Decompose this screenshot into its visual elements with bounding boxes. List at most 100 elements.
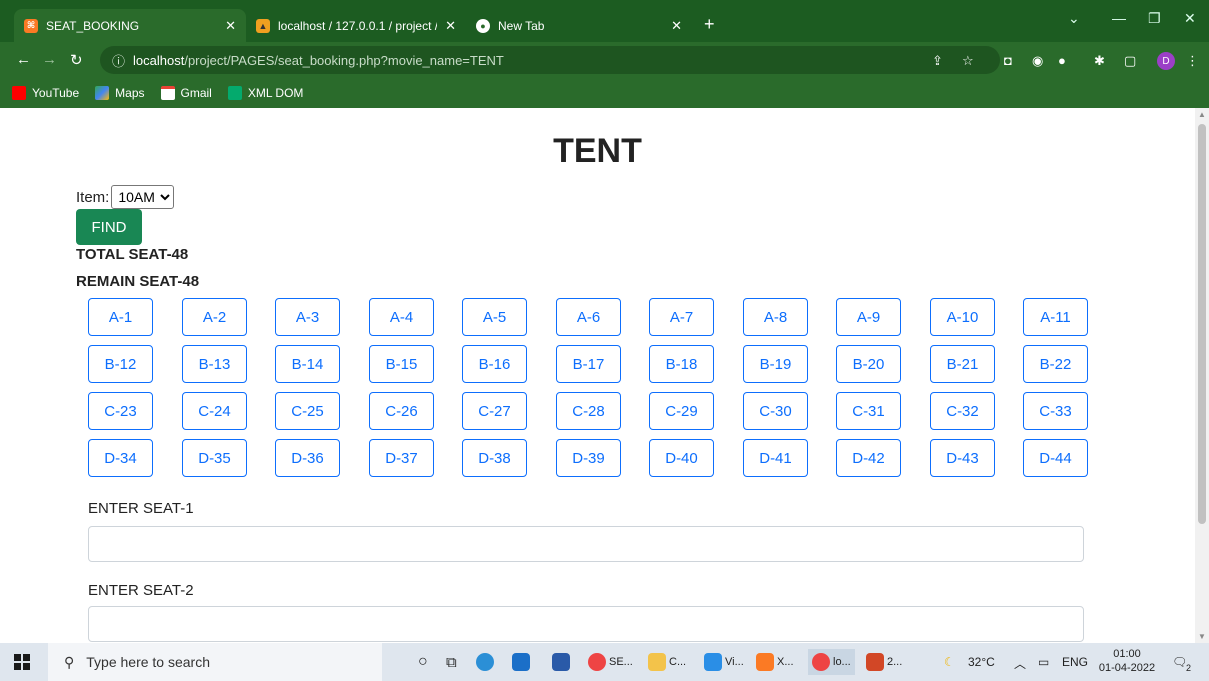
store-icon[interactable] <box>552 649 573 675</box>
mail-icon[interactable] <box>512 649 533 675</box>
cortana-icon[interactable]: ○ <box>418 649 428 675</box>
seat-button[interactable]: B-14 <box>275 345 340 383</box>
seat-button[interactable]: D-36 <box>275 439 340 477</box>
seat-button[interactable]: D-34 <box>88 439 153 477</box>
seat-button[interactable]: A-10 <box>930 298 995 336</box>
seat-button[interactable]: D-41 <box>743 439 808 477</box>
enter-seat-2-input[interactable] <box>88 606 1084 642</box>
extension-circle-icon[interactable]: ◉ <box>1032 53 1043 69</box>
task-view-icon[interactable]: ⧉ <box>446 649 457 675</box>
seat-button[interactable]: B-21 <box>930 345 995 383</box>
scroll-up-arrow-icon[interactable]: ▲ <box>1198 110 1206 119</box>
seat-button[interactable]: A-7 <box>649 298 714 336</box>
seat-button[interactable]: C-31 <box>836 392 901 430</box>
bookmark-maps[interactable]: Maps <box>95 86 145 100</box>
weather-icon[interactable]: ☾ <box>944 655 955 669</box>
seat-button[interactable]: A-5 <box>462 298 527 336</box>
seat-button[interactable]: B-12 <box>88 345 153 383</box>
pocket-icon[interactable]: ◘ <box>1004 53 1012 68</box>
tab-phpmyadmin[interactable]: ▲ localhost / 127.0.0.1 / project / re ✕ <box>246 9 466 42</box>
new-tab-plus-icon[interactable]: + <box>704 14 715 35</box>
seat-button[interactable]: C-30 <box>743 392 808 430</box>
forward-icon[interactable]: → <box>42 51 57 68</box>
close-window-icon[interactable]: ✕ <box>1184 10 1196 27</box>
showtime-select[interactable]: 10AM <box>111 185 175 209</box>
seat-button[interactable]: D-40 <box>649 439 714 477</box>
taskbar-app-vscode[interactable]: Vi... <box>704 649 744 675</box>
seat-button[interactable]: B-13 <box>182 345 247 383</box>
language-indicator[interactable]: ENG <box>1062 655 1088 669</box>
scroll-down-arrow-icon[interactable]: ▼ <box>1198 632 1206 641</box>
minimize-icon[interactable]: — <box>1112 10 1126 26</box>
seat-button[interactable]: B-17 <box>556 345 621 383</box>
seat-button[interactable]: A-3 <box>275 298 340 336</box>
seat-button[interactable]: A-9 <box>836 298 901 336</box>
taskbar-app-powerpoint[interactable]: 2... <box>866 649 902 675</box>
seat-button[interactable]: B-22 <box>1023 345 1088 383</box>
seat-button[interactable]: D-43 <box>930 439 995 477</box>
seat-button[interactable]: A-4 <box>369 298 434 336</box>
tab-close-icon[interactable]: ✕ <box>445 18 456 34</box>
seat-button[interactable]: C-24 <box>182 392 247 430</box>
seat-button[interactable]: B-15 <box>369 345 434 383</box>
tab-close-icon[interactable]: ✕ <box>225 18 236 34</box>
notification-icon[interactable]: 🗨 <box>1172 655 1187 669</box>
seat-button[interactable]: C-29 <box>649 392 714 430</box>
scrollbar-thumb[interactable] <box>1198 124 1206 524</box>
tab-search-chevron-icon[interactable]: ⌄ <box>1068 10 1080 27</box>
seat-button[interactable]: D-44 <box>1023 439 1088 477</box>
seat-button[interactable]: D-38 <box>462 439 527 477</box>
seat-button[interactable]: A-2 <box>182 298 247 336</box>
extensions-puzzle-icon[interactable]: ✱ <box>1094 53 1105 69</box>
seat-button[interactable]: C-27 <box>462 392 527 430</box>
seat-button[interactable]: D-42 <box>836 439 901 477</box>
taskbar-app-chrome-2[interactable]: lo... <box>808 649 855 675</box>
windows-start-icon[interactable] <box>14 654 30 670</box>
tray-chevron-icon[interactable]: ︿ <box>1014 655 1026 672</box>
reload-icon[interactable]: ↻ <box>70 51 83 69</box>
info-icon[interactable]: ⓘ <box>112 51 125 70</box>
seat-button[interactable]: A-6 <box>556 298 621 336</box>
seat-button[interactable]: A-11 <box>1023 298 1088 336</box>
tab-close-icon[interactable]: ✕ <box>671 18 682 34</box>
seat-button[interactable]: B-19 <box>743 345 808 383</box>
find-button[interactable]: FIND <box>76 209 142 245</box>
seat-button[interactable]: B-20 <box>836 345 901 383</box>
menu-kebab-icon[interactable]: ⋮ <box>1186 53 1199 69</box>
address-bar[interactable]: ⓘ localhost/project/PAGES/seat_booking.p… <box>100 46 1000 74</box>
taskbar-app-chrome-1[interactable]: SE... <box>588 649 633 675</box>
seat-button[interactable]: A-8 <box>743 298 808 336</box>
back-icon[interactable]: ← <box>16 51 31 68</box>
seat-button[interactable]: C-28 <box>556 392 621 430</box>
bookmark-youtube[interactable]: YouTube <box>12 86 79 100</box>
seat-button[interactable]: C-32 <box>930 392 995 430</box>
bookmark-xml-dom[interactable]: XML DOM <box>227 86 303 100</box>
seat-button[interactable]: A-1 <box>88 298 153 336</box>
seat-button[interactable]: C-33 <box>1023 392 1088 430</box>
seat-button[interactable]: D-37 <box>369 439 434 477</box>
taskbar-app-explorer[interactable]: C... <box>648 649 686 675</box>
profile-avatar[interactable]: D <box>1157 52 1175 70</box>
taskbar-search-box[interactable]: ⚲ Type here to search <box>48 643 382 681</box>
seat-button[interactable]: C-23 <box>88 392 153 430</box>
bookmark-gmail[interactable]: Gmail <box>160 86 212 100</box>
seat-button[interactable]: B-18 <box>649 345 714 383</box>
bookmark-star-icon[interactable]: ☆ <box>962 53 974 69</box>
restore-icon[interactable]: ❐ <box>1148 10 1161 27</box>
seat-button[interactable]: D-39 <box>556 439 621 477</box>
page-scrollbar[interactable]: ▲ ▼ <box>1195 108 1209 643</box>
enter-seat-1-input[interactable] <box>88 526 1084 562</box>
seat-button[interactable]: C-25 <box>275 392 340 430</box>
seat-button[interactable]: D-35 <box>182 439 247 477</box>
side-panel-icon[interactable]: ▢ <box>1124 53 1136 69</box>
weather-text[interactable]: 32°C <box>968 655 995 669</box>
seat-button[interactable]: C-26 <box>369 392 434 430</box>
taskbar-clock[interactable]: 01:00 01-04-2022 <box>1096 647 1158 675</box>
extension-avatar-icon[interactable]: ● <box>1058 53 1066 68</box>
tab-seat-booking[interactable]: ⌘ SEAT_BOOKING ✕ <box>14 9 246 42</box>
taskbar-app-xampp[interactable]: X... <box>756 649 794 675</box>
battery-icon[interactable]: ▭ <box>1038 655 1049 669</box>
tab-new-tab[interactable]: ● New Tab ✕ <box>466 9 692 42</box>
share-icon[interactable]: ⇪ <box>932 53 943 69</box>
seat-button[interactable]: B-16 <box>462 345 527 383</box>
